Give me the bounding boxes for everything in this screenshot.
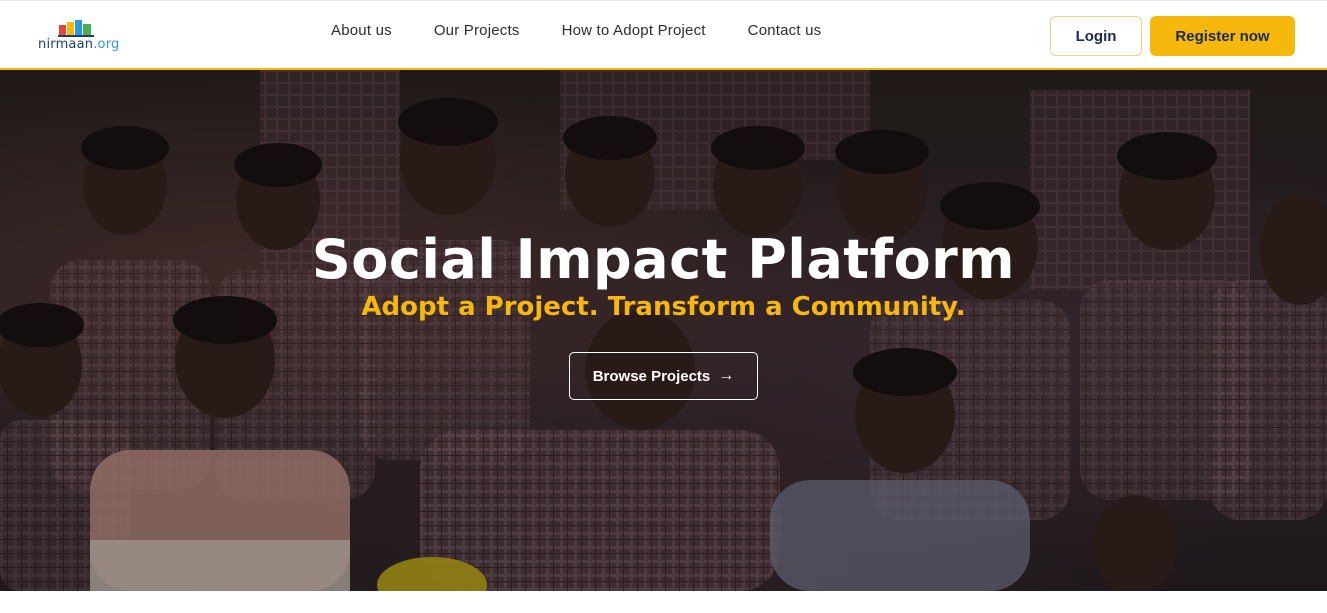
- site-logo[interactable]: nirmaan.org: [38, 19, 120, 55]
- register-button[interactable]: Register now: [1150, 16, 1295, 56]
- nav-link-our-projects[interactable]: Our Projects: [434, 22, 520, 39]
- hero-overlay: [0, 70, 1327, 591]
- logo-wordmark: nirmaan.org: [38, 37, 119, 52]
- browse-projects-button[interactable]: Browse Projects →: [569, 352, 758, 400]
- nav-link-how-to-adopt[interactable]: How to Adopt Project: [562, 22, 706, 39]
- logo-name: nirmaan: [38, 37, 94, 52]
- top-navbar: nirmaan.org About us Our Projects How to…: [0, 0, 1327, 70]
- nav-link-about-us[interactable]: About us: [331, 22, 392, 39]
- page-bottom-strip: [0, 591, 1327, 613]
- hero-section: Social Impact Platform Adopt a Project. …: [0, 70, 1327, 591]
- login-button[interactable]: Login: [1050, 16, 1142, 56]
- nav-link-contact-us[interactable]: Contact us: [748, 22, 822, 39]
- logo-icon: [58, 20, 94, 37]
- arrow-right-icon: →: [718, 367, 735, 384]
- main-nav: About us Our Projects How to Adopt Proje…: [331, 22, 821, 39]
- hero-title: Social Impact Platform: [311, 228, 1016, 291]
- logo-tld: .org: [93, 37, 120, 52]
- hero-subtitle: Adopt a Project. Transform a Community.: [361, 292, 966, 322]
- browse-projects-label: Browse Projects: [592, 367, 711, 385]
